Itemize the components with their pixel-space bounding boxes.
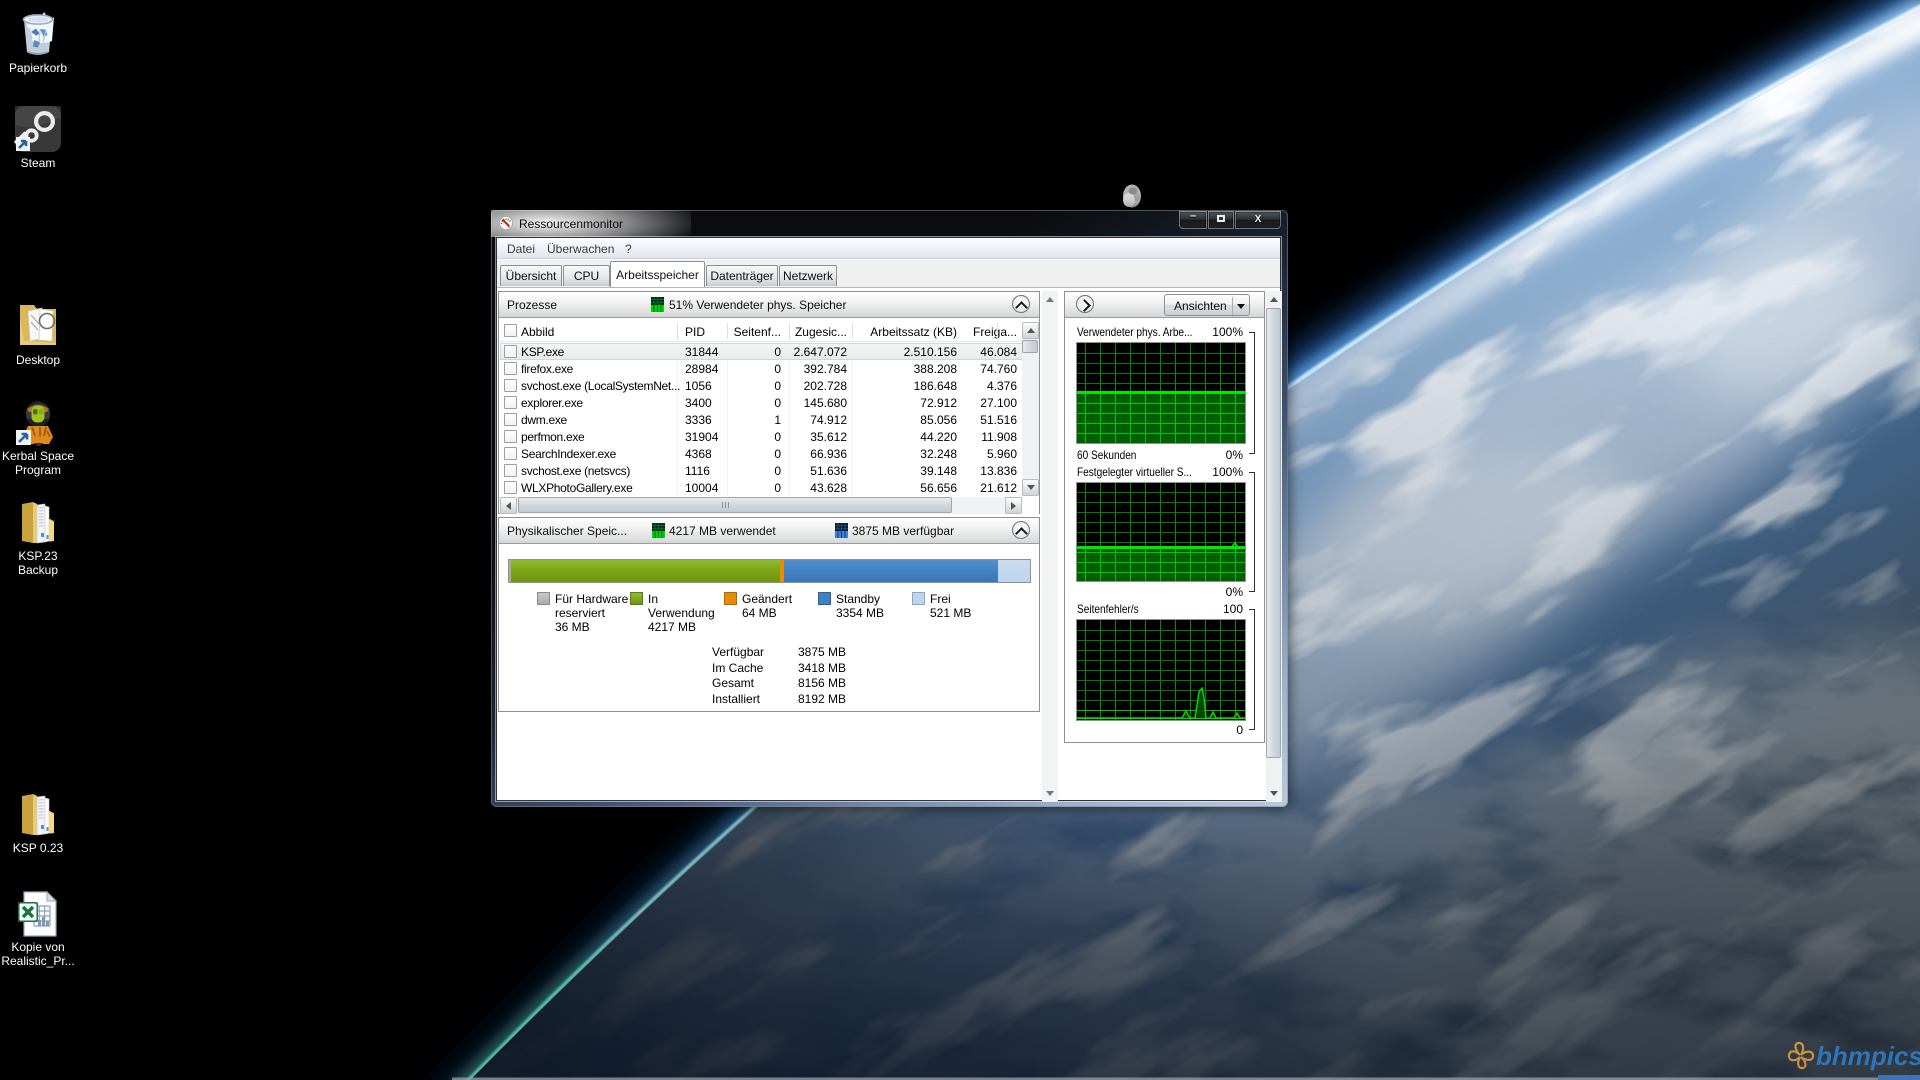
svg-text:bhmpics: bhmpics [1816,1041,1920,1071]
